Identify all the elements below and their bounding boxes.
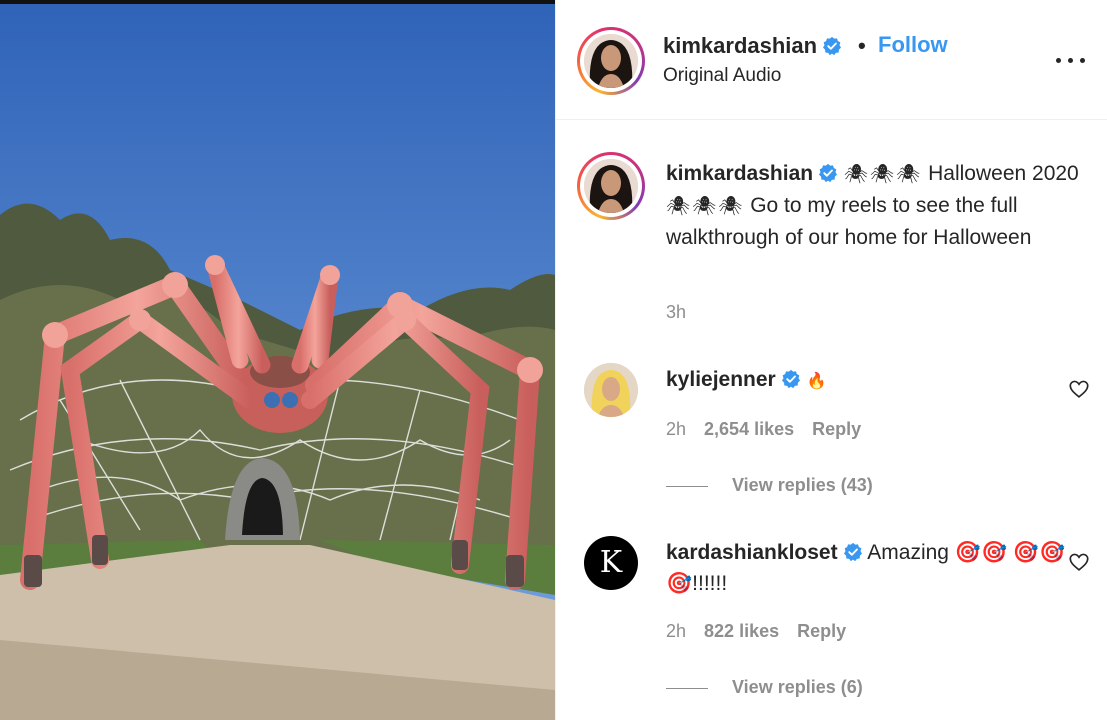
- commenter-avatar[interactable]: [584, 363, 638, 417]
- verified-badge-icon: [823, 36, 842, 56]
- comment-timestamp[interactable]: 2h: [666, 419, 686, 439]
- comment-timestamp[interactable]: 2h: [666, 621, 686, 641]
- comment-text: kyliejenner 🔥: [666, 364, 1066, 396]
- post-details-panel: kimkardashian • Follow Original Audio ki…: [555, 0, 1107, 720]
- profile-photo: [584, 363, 638, 417]
- comment-likes[interactable]: 822 likes: [704, 621, 779, 641]
- separator-dot: •: [858, 33, 866, 58]
- audio-label[interactable]: Original Audio: [663, 65, 781, 87]
- more-options-icon[interactable]: [1056, 50, 1088, 70]
- caption-author-avatar[interactable]: [577, 152, 645, 220]
- verified-badge-icon: [781, 369, 800, 389]
- replies-divider: [666, 485, 708, 487]
- reply-button[interactable]: Reply: [812, 419, 861, 439]
- spider-halloween-photo: [0, 0, 555, 720]
- comment-likes[interactable]: 2,654 likes: [704, 419, 794, 439]
- author-username-text[interactable]: kimkardashian: [663, 33, 817, 58]
- profile-photo: [584, 34, 638, 88]
- post-media[interactable]: [0, 0, 555, 720]
- spider-emoji: 🕷🕷🕷: [666, 195, 745, 217]
- spider-emoji: 🕷🕷🕷: [843, 163, 923, 185]
- comment-meta: 2h 822 likes Reply: [666, 621, 864, 642]
- view-replies-label[interactable]: View replies (6): [732, 677, 863, 697]
- profile-photo: [584, 159, 638, 213]
- comment-username[interactable]: kardashiankloset: [666, 541, 838, 564]
- follow-button[interactable]: Follow: [878, 32, 948, 58]
- commenter-avatar[interactable]: K: [584, 536, 638, 590]
- view-replies-label[interactable]: View replies (43): [732, 475, 873, 495]
- comment-username[interactable]: kyliejenner: [666, 368, 776, 391]
- caption-timestamp[interactable]: 3h: [666, 302, 686, 323]
- verified-badge-icon: [843, 542, 862, 562]
- heart-icon[interactable]: [1068, 378, 1090, 400]
- avatar-letter: K: [599, 545, 623, 580]
- author-username[interactable]: kimkardashian: [663, 33, 842, 59]
- author-avatar[interactable]: [577, 27, 645, 95]
- view-replies-button[interactable]: View replies (43): [666, 475, 873, 496]
- caption-username[interactable]: kimkardashian: [666, 162, 813, 185]
- replies-divider: [666, 687, 708, 689]
- heart-icon[interactable]: [1068, 551, 1090, 573]
- post-header: kimkardashian • Follow Original Audio: [556, 0, 1107, 120]
- caption-body-1: Halloween 2020: [922, 162, 1079, 185]
- verified-badge-icon: [819, 163, 838, 183]
- comment-text: kardashiankloset Amazing 🎯🎯 🎯🎯🎯!!!!!!: [666, 537, 1066, 599]
- fire-emoji: 🔥: [806, 371, 827, 390]
- reply-button[interactable]: Reply: [797, 621, 846, 641]
- comment-meta: 2h 2,654 likes Reply: [666, 419, 879, 440]
- view-replies-button[interactable]: View replies (6): [666, 677, 863, 698]
- caption-text: kimkardashian 🕷🕷🕷 Halloween 2020 🕷🕷🕷 Go …: [666, 158, 1096, 253]
